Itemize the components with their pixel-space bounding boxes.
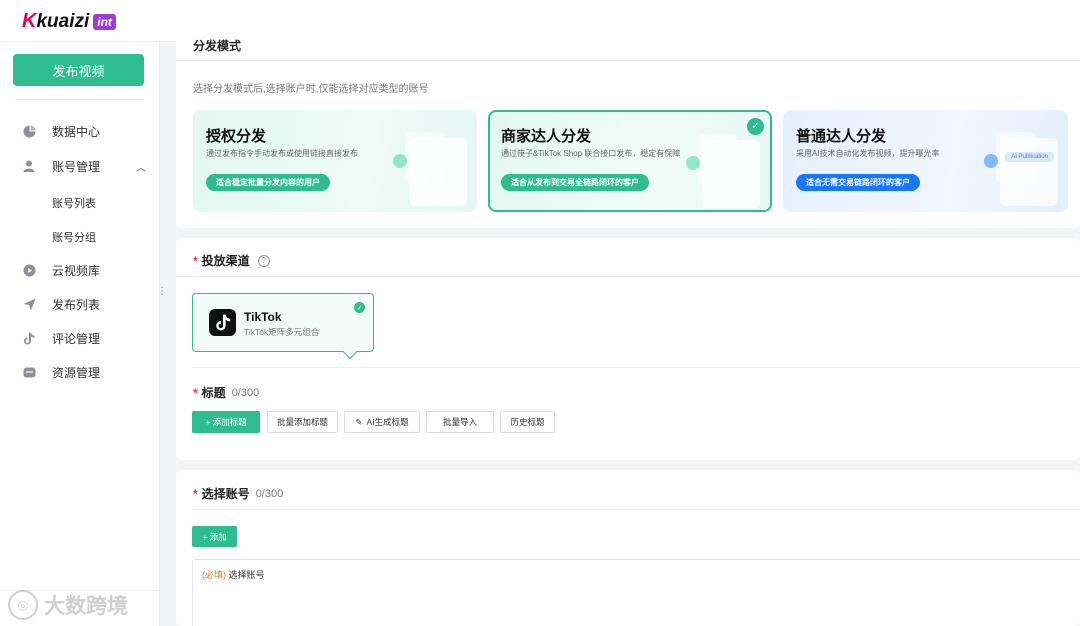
channel-subtitle: TikTok矩阵多元组合 — [244, 327, 320, 337]
mode-option-merchant-creator[interactable]: 商家达人分发 通过筷子&TikTok Shop 联合接口发布，稳定有保障 适合从… — [488, 110, 772, 212]
play-circle-icon — [22, 263, 36, 277]
sidebar-divider — [14, 99, 144, 100]
sidebar-item-data-center[interactable]: 数据中心 — [22, 121, 146, 141]
logo-tag: int — [93, 13, 116, 30]
chevron-up-icon[interactable]: ︿ — [136, 159, 146, 174]
required-asterisk: * — [193, 385, 198, 400]
divider — [192, 367, 1080, 368]
mode-subtitle: 通过发布指令手动发布或使用链接直接发布 — [206, 149, 358, 158]
distribution-mode-title: 分发模式 — [193, 39, 242, 53]
check-icon: ✓ — [747, 118, 764, 135]
mode-subtitle: 采用AI技术自动化发布视频，提升曝光率 — [796, 149, 940, 158]
sidebar-item-publish-list[interactable]: 发布列表 — [22, 294, 146, 314]
mode-title: 授权分发 — [206, 128, 267, 145]
sidebar-item-cloud-video-library[interactable]: 云视频库 — [22, 260, 146, 280]
sidebar-item-comment-management[interactable]: 评论管理 — [22, 328, 146, 348]
tiktok-note-icon — [22, 331, 36, 345]
send-icon — [22, 297, 36, 311]
channel-option-tiktok[interactable]: TikTok TikTok矩阵多元组合 ✓ — [192, 293, 374, 360]
logo-k: K — [22, 10, 36, 32]
user-icon — [22, 159, 36, 173]
add-account-button[interactable]: + 添加 — [192, 526, 237, 547]
sidebar-item-account-management[interactable]: 账号管理 ︿ — [22, 156, 146, 176]
required-asterisk: * — [193, 486, 198, 501]
sidebar-item-label: 账号管理 — [52, 159, 101, 174]
sidebar: 发布视频 数据中心 账号管理 ︿ 账号列表 账号分组 云视频库 发布列表 评论管… — [0, 42, 160, 626]
illustration-icon — [978, 132, 1058, 206]
sidebar-subitem-account-list[interactable]: 账号列表 — [52, 195, 96, 211]
add-title-button[interactable]: + 添加标题 — [192, 411, 260, 433]
sidebar-subitem-account-group[interactable]: 账号分组 — [52, 229, 96, 245]
watermark-logo-icon: ◎ — [8, 590, 38, 620]
mode-subtitle: 通过筷子&TikTok Shop 联合接口发布，稳定有保障 — [501, 149, 681, 158]
mode-option-regular-creator[interactable]: 普通达人分发 采用AI技术自动化发布视频，提升曝光率 适合无需交易链路闭环的客户… — [783, 110, 1068, 212]
logo-text: kuaizi — [36, 10, 90, 32]
kuaizi-logo[interactable]: K kuaizi int — [22, 10, 116, 33]
help-icon[interactable]: ? — [257, 254, 270, 267]
pie-chart-icon — [22, 124, 36, 138]
mode-title: 商家达人分发 — [501, 128, 592, 145]
pointer-tail — [342, 344, 358, 360]
channel-section-title: * 投放渠道 ? — [193, 252, 270, 269]
illustration-icon — [387, 132, 467, 206]
history-title-button[interactable]: 历史标题 — [500, 411, 555, 433]
batch-import-button[interactable]: 批量导入 — [426, 411, 494, 433]
channel-title-card: * 投放渠道 ? TikTok TikTok矩阵多元组合 ✓ * 标题 0/30… — [176, 238, 1080, 460]
divider — [176, 276, 1080, 277]
account-placeholder: (必填) 选择账号 — [202, 570, 265, 580]
divider — [192, 509, 1080, 510]
account-select-box[interactable]: (必填) 选择账号 — [192, 559, 1080, 626]
sidebar-item-label: 云视频库 — [52, 263, 101, 278]
ai-sparkle-icon: ✎ — [355, 416, 363, 427]
title-section-title: * 标题 0/300 — [193, 385, 260, 401]
mode-badge: 适合无需交易链路闭环的客户 — [796, 174, 920, 191]
channel-name: TikTok — [244, 310, 282, 324]
illustration-icon — [680, 134, 760, 208]
mode-title: 普通达人分发 — [796, 128, 887, 145]
account-section-title: * 选择账号 0/300 — [193, 486, 284, 502]
required-asterisk: * — [193, 253, 198, 268]
box-icon — [22, 365, 36, 379]
select-account-card: * 选择账号 0/300 + 添加 (必填) 选择账号 — [176, 470, 1080, 626]
sidebar-collapse-handle-icon[interactable]: ⋮ — [157, 286, 167, 297]
distribution-mode-description: 选择分发模式后,选择账户时,仅能选择对应类型的账号 — [193, 84, 429, 95]
ai-publication-tag: AI Publication — [1005, 152, 1054, 162]
distribution-mode-card: 分发模式 选择分发模式后,选择账户时,仅能选择对应类型的账号 授权分发 通过发布… — [176, 30, 1080, 228]
sidebar-item-label: 评论管理 — [52, 331, 101, 346]
sidebar-item-label: 发布列表 — [52, 297, 101, 312]
divider — [176, 60, 1080, 61]
check-icon: ✓ — [354, 302, 365, 313]
account-count: 0/300 — [255, 487, 284, 500]
mode-option-authorized[interactable]: 授权分发 通过发布指令手动发布或使用链接直接发布 适合稳定批量分发内容的用户 — [193, 110, 477, 212]
publish-video-button[interactable]: 发布视频 — [13, 54, 144, 86]
tiktok-logo-icon — [209, 309, 236, 336]
sidebar-item-label: 数据中心 — [52, 124, 101, 139]
mode-badge: 适合稳定批量分发内容的用户 — [206, 174, 330, 191]
mode-badge: 适合从发布到交易全链路闭环的客户 — [501, 174, 649, 191]
batch-add-title-button[interactable]: 批量添加标题 — [267, 411, 338, 433]
title-count: 0/300 — [231, 386, 260, 399]
watermark: ◎ 大数跨境 — [8, 590, 128, 620]
ai-generate-title-button[interactable]: ✎ AI生成标题 — [344, 411, 420, 433]
sidebar-item-label: 资源管理 — [52, 365, 101, 380]
sidebar-item-resource-management[interactable]: 资源管理 — [22, 362, 146, 382]
